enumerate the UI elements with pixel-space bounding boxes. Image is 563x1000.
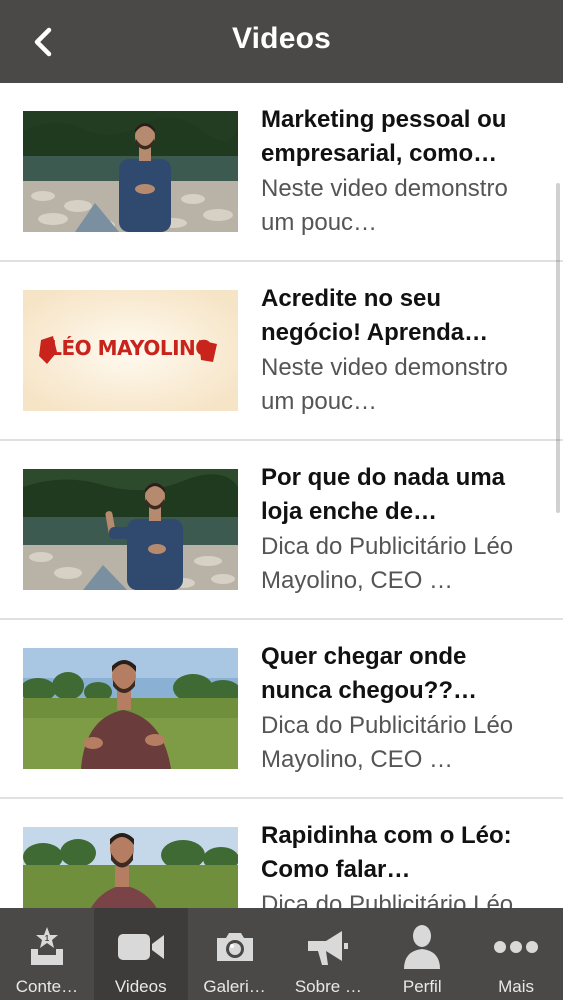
tab-label: Sobre … — [294, 977, 362, 996]
video-text: Rapidinha com o Léo: Como falar… Dica do… — [261, 819, 541, 908]
more-dots-icon — [494, 941, 539, 953]
video-thumbnail: LÉO MAYOLINO — [23, 290, 238, 411]
video-description: Dica do Publicitário Léo Mayolino, CEO … — [261, 533, 514, 594]
video-description: Dica do Publicitário Léo Mayolino, CEO … — [261, 712, 514, 773]
camera-icon — [216, 933, 253, 961]
video-list-item[interactable]: LÉO MAYOLINO Acredite no seu negócio! Ap… — [0, 262, 563, 441]
tab-videos[interactable]: Videos — [93, 908, 188, 1000]
video-list-item[interactable]: Marketing pessoal ou empresarial, como… … — [0, 83, 563, 262]
video-thumbnail — [23, 111, 238, 232]
video-text: Por que do nada uma loja enche de… Dica … — [261, 461, 541, 598]
video-text: Acredite no seu negócio! Aprenda… Neste … — [261, 282, 541, 419]
page-title: Videos — [231, 22, 332, 55]
video-description: Neste video demonstro um pouc… — [261, 354, 508, 415]
video-title: Acredite no seu negócio! Aprenda… — [261, 285, 489, 346]
video-thumbnail — [23, 469, 238, 590]
megaphone-icon — [308, 931, 349, 965]
logo-wordmark: LÉO MAYOLINO — [49, 336, 212, 360]
person-icon — [404, 925, 441, 969]
video-thumbnail — [23, 827, 238, 908]
video-list-item[interactable]: Quer chegar onde nunca chegou??… Dica do… — [0, 620, 563, 799]
video-text: Quer chegar onde nunca chegou??… Dica do… — [261, 640, 541, 777]
tab-content[interactable]: 1 Conte… — [0, 908, 94, 1000]
tab-gallery[interactable]: Galeri… — [188, 908, 282, 1000]
scrollbar[interactable] — [556, 183, 560, 513]
video-description: Neste video demonstro um pouc… — [261, 175, 508, 236]
video-title: Por que do nada uma loja enche de… — [261, 464, 506, 525]
video-list-item[interactable]: Por que do nada uma loja enche de… Dica … — [0, 441, 563, 620]
content-icon: 1 — [30, 927, 63, 965]
tab-label: Conte… — [15, 977, 79, 996]
tab-label: Perfil — [402, 977, 442, 996]
video-text: Marketing pessoal ou empresarial, como… … — [261, 103, 541, 240]
tab-label: Galeri… — [203, 977, 266, 996]
video-title: Quer chegar onde nunca chegou??… — [261, 643, 477, 704]
video-title: Marketing pessoal ou empresarial, como… — [261, 106, 507, 167]
video-list[interactable]: Marketing pessoal ou empresarial, como… … — [0, 83, 563, 908]
bottom-tab-bar: 1 Conte… Videos Galeri… Sobre … Perfil M… — [0, 908, 563, 1000]
tab-about[interactable]: Sobre … — [281, 908, 375, 1000]
video-camera-icon — [117, 934, 164, 960]
tab-profile[interactable]: Perfil — [375, 908, 469, 1000]
tab-more[interactable]: Mais — [469, 908, 563, 1000]
video-title: Rapidinha com o Léo: Como falar… — [261, 822, 512, 883]
svg-text:1: 1 — [45, 934, 50, 943]
tab-label: Mais — [498, 977, 534, 996]
tab-label: Videos — [114, 977, 167, 996]
video-thumbnail — [23, 648, 238, 769]
video-list-item[interactable]: Rapidinha com o Léo: Como falar… Dica do… — [0, 799, 563, 908]
top-navigation-bar: Videos — [0, 0, 563, 83]
video-description: Dica do Publicitário Léo Mayolino, CEO … — [261, 891, 514, 908]
